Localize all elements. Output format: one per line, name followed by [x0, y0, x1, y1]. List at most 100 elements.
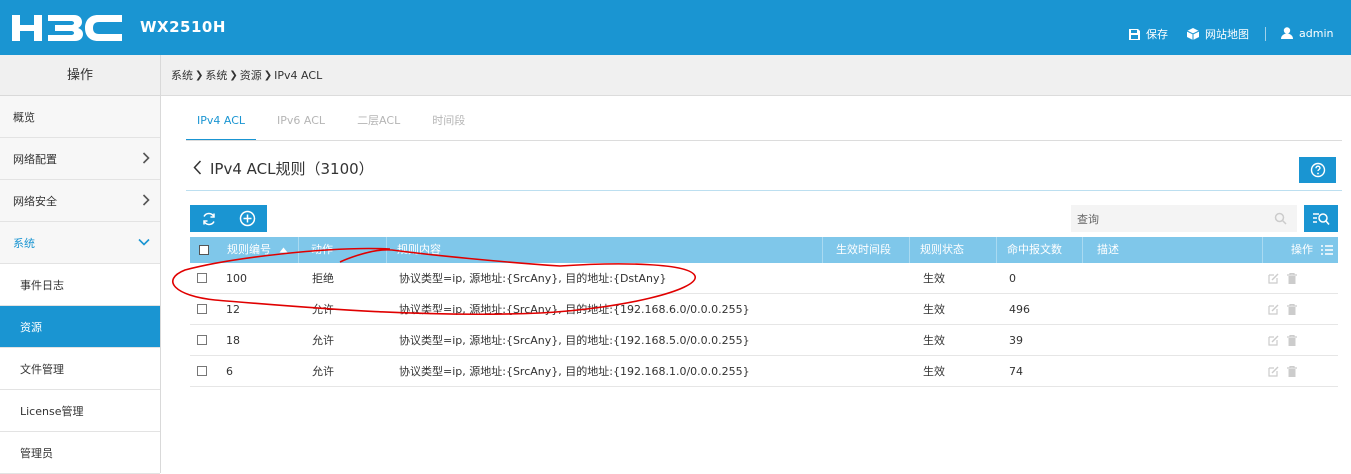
h3c-logo [12, 15, 122, 41]
column-header-action[interactable]: 动作 [299, 237, 387, 263]
breadcrumb-item[interactable]: 资源 [240, 67, 262, 83]
tab-ipv4-acl[interactable]: IPv4 ACL [186, 100, 257, 141]
refresh-button[interactable] [190, 205, 228, 232]
row-checkbox[interactable] [197, 273, 207, 283]
cell-rule-id: 100 [226, 271, 247, 285]
sidebar-item-label: 文件管理 [20, 362, 64, 376]
advanced-search-icon [1313, 212, 1330, 225]
chevron-right-icon: ❯ [229, 69, 238, 81]
row-checkbox[interactable] [197, 366, 207, 376]
column-header-description[interactable]: 描述 [1083, 237, 1263, 263]
sidebar-item-overview[interactable]: 概览 [0, 96, 160, 138]
sitemap-button[interactable]: 网站地图 [1186, 26, 1249, 42]
acl-rule-table: 规则编号 动作 规则内容 生效时间段 规则状态 命中报文数 描述 操作 100 … [190, 237, 1338, 387]
edit-icon[interactable] [1268, 335, 1279, 346]
delete-icon[interactable] [1287, 365, 1297, 377]
column-label: 规则编号 [227, 243, 271, 256]
sidebar-item-network-config[interactable]: 网络配置 [0, 138, 160, 180]
column-menu-icon[interactable] [1321, 245, 1333, 255]
row-checkbox[interactable] [197, 335, 207, 345]
save-icon [1129, 28, 1140, 40]
column-header-hits[interactable]: 命中报文数 [997, 237, 1083, 263]
search-input[interactable]: 查询 [1071, 205, 1297, 232]
edit-icon[interactable] [1268, 273, 1279, 284]
page-title: IPv4 ACL规则（3100） [210, 160, 374, 178]
page-heading: IPv4 ACL规则（3100） [186, 155, 1342, 191]
question-icon [1310, 162, 1325, 178]
column-header-content[interactable]: 规则内容 [387, 237, 823, 263]
column-header-operations: 操作 [1263, 237, 1338, 263]
tab-bar: IPv4 ACL IPv6 ACL 二层ACL 时间段 [186, 100, 486, 141]
help-button[interactable] [1299, 157, 1336, 183]
device-model: WX2510H [140, 18, 226, 36]
sidebar: 操作 概览 网络配置 网络安全 系统 事件日志 资源 文件管理 License管… [0, 55, 161, 474]
sidebar-item-system[interactable]: 系统 [0, 222, 160, 264]
sidebar-item-label: 事件日志 [20, 278, 64, 292]
tab-ipv6-acl[interactable]: IPv6 ACL [266, 100, 336, 141]
sidebar-item-network-security[interactable]: 网络安全 [0, 180, 160, 222]
delete-icon[interactable] [1287, 334, 1297, 346]
sidebar-item-label: 概览 [13, 110, 35, 124]
sidebar-subitem-resource[interactable]: 资源 [0, 306, 160, 348]
sidebar-subitem-event-log[interactable]: 事件日志 [0, 264, 160, 306]
save-button[interactable]: 保存 [1128, 26, 1168, 42]
cell-action: 允许 [312, 365, 334, 378]
search-placeholder: 查询 [1077, 212, 1099, 226]
table-header: 规则编号 动作 规则内容 生效时间段 规则状态 命中报文数 描述 操作 [190, 237, 1338, 263]
breadcrumb: 系统 ❯ 系统 ❯ 资源 ❯ IPv4 ACL [161, 55, 1351, 96]
tab-layer2-acl[interactable]: 二层ACL [346, 100, 411, 141]
row-select-cell [190, 304, 215, 314]
delete-icon[interactable] [1287, 272, 1297, 284]
sidebar-item-label: 资源 [20, 320, 42, 334]
column-header-status[interactable]: 规则状态 [910, 237, 997, 263]
header-divider [1265, 27, 1266, 41]
breadcrumb-item[interactable]: 系统 [171, 67, 193, 83]
table-row[interactable]: 12 允许 协议类型=ip, 源地址:{SrcAny}, 目的地址:{192.1… [190, 294, 1338, 325]
table-row[interactable]: 100 拒绝 协议类型=ip, 源地址:{SrcAny}, 目的地址:{DstA… [190, 263, 1338, 294]
cell-action: 允许 [312, 334, 334, 347]
add-button[interactable] [228, 205, 266, 232]
cell-rule-id: 18 [226, 333, 240, 347]
sidebar-subitem-license[interactable]: License管理 [0, 390, 160, 432]
cell-rule-id: 6 [226, 364, 233, 378]
row-checkbox[interactable] [197, 304, 207, 314]
sidebar-subitem-file-management[interactable]: 文件管理 [0, 348, 160, 390]
cell-operations [1268, 365, 1297, 377]
chevron-down-icon [138, 238, 150, 246]
column-header-rule-id[interactable]: 规则编号 [215, 237, 299, 263]
advanced-search-button[interactable] [1304, 205, 1338, 232]
breadcrumb-item[interactable]: 系统 [205, 67, 227, 83]
chevron-right-icon: ❯ [195, 69, 204, 81]
user-label: admin [1299, 26, 1334, 40]
cell-content: 协议类型=ip, 源地址:{SrcAny}, 目的地址:{192.168.1.0… [399, 365, 750, 378]
cell-rule-id: 12 [226, 302, 240, 316]
select-all-checkbox[interactable] [199, 245, 209, 255]
cell-action: 拒绝 [312, 272, 334, 285]
divider [186, 140, 1342, 141]
cell-hits: 0 [1009, 271, 1016, 285]
sidebar-item-label: License管理 [20, 404, 84, 418]
row-select-cell [190, 335, 215, 345]
tab-time-range[interactable]: 时间段 [421, 100, 476, 141]
cell-operations [1268, 334, 1297, 346]
search-icon [1274, 212, 1287, 225]
delete-icon[interactable] [1287, 303, 1297, 315]
chevron-left-icon[interactable] [193, 160, 202, 175]
sidebar-item-label: 管理员 [20, 446, 53, 460]
edit-icon[interactable] [1268, 366, 1279, 377]
table-row[interactable]: 18 允许 协议类型=ip, 源地址:{SrcAny}, 目的地址:{192.1… [190, 325, 1338, 356]
chevron-right-icon [142, 152, 150, 164]
cell-operations [1268, 272, 1297, 284]
user-icon [1281, 27, 1293, 39]
header-select-cell [190, 237, 215, 263]
cell-action: 允许 [312, 303, 334, 316]
user-menu[interactable]: admin [1280, 26, 1333, 40]
sidebar-subitem-admin[interactable]: 管理员 [0, 432, 160, 474]
edit-icon[interactable] [1268, 304, 1279, 315]
chevron-right-icon [142, 194, 150, 206]
table-row[interactable]: 6 允许 协议类型=ip, 源地址:{SrcAny}, 目的地址:{192.16… [190, 356, 1338, 387]
column-header-time-range[interactable]: 生效时间段 [823, 237, 910, 263]
column-label: 操作 [1291, 243, 1313, 256]
cell-status: 生效 [923, 365, 945, 378]
save-label: 保存 [1146, 28, 1168, 41]
